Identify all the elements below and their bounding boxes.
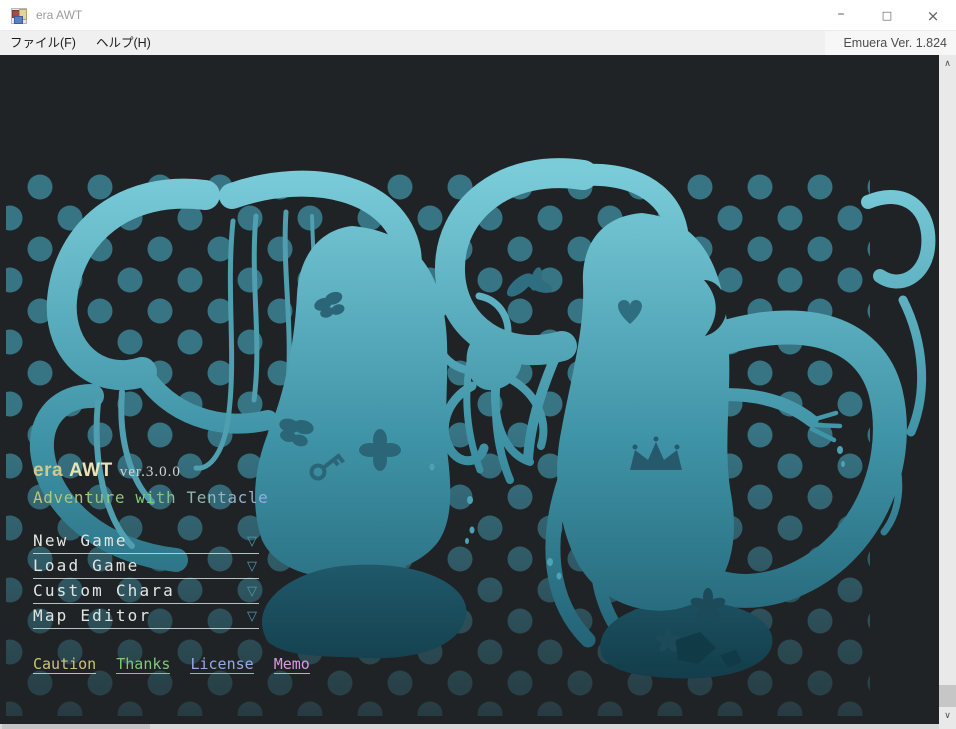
emuera-version-label: Emuera Ver. 1.824 <box>825 31 956 55</box>
menu-link-label: New Game <box>33 531 128 550</box>
link-license[interactable]: License <box>190 656 253 674</box>
app-icon <box>11 8 27 24</box>
minimize-button[interactable]: – <box>818 0 864 31</box>
scroll-up-button[interactable]: ∧ <box>939 55 956 72</box>
titlebar[interactable]: era AWT – □ × <box>0 0 956 31</box>
menu-help[interactable]: ヘルプ(H) <box>86 31 161 55</box>
horizontal-scrollbar-thumb[interactable] <box>2 724 150 729</box>
link-caution[interactable]: Caution <box>33 656 96 674</box>
chevron-up-icon: ∧ <box>944 59 951 69</box>
vertical-scrollbar[interactable]: ∧ ∨ <box>939 55 956 729</box>
maximize-button[interactable]: □ <box>864 0 910 31</box>
menubar: ファイル(F) ヘルプ(H) Emuera Ver. 1.824 <box>0 31 956 55</box>
menu-link-label: Load Game <box>33 556 140 575</box>
game-console: eraAWTver.3.0.0 Adventure with Tentacle … <box>0 55 939 724</box>
menu-file[interactable]: ファイル(F) <box>0 31 86 55</box>
logo-era: era <box>33 460 63 481</box>
close-button[interactable]: × <box>910 0 956 31</box>
app-window: era AWT – □ × ファイル(F) ヘルプ(H) Emuera Ver.… <box>0 0 956 729</box>
dropdown-arrow-icon: ▽ <box>247 583 257 600</box>
scrollbar-corner <box>939 724 956 729</box>
close-icon: × <box>927 7 940 25</box>
dropdown-arrow-icon: ▽ <box>247 533 257 550</box>
game-subtitle: Adventure with Tentacle <box>33 488 268 507</box>
caption-buttons: – □ × <box>818 0 956 31</box>
dropdown-arrow-icon: ▽ <box>247 608 257 625</box>
vertical-scrollbar-thumb[interactable] <box>939 685 956 707</box>
window-title: era AWT <box>36 0 82 31</box>
menu-link-load-game[interactable]: Load Game ▽ <box>33 555 259 579</box>
menu-link-custom-chara[interactable]: Custom Chara ▽ <box>33 580 259 604</box>
maximize-icon: □ <box>882 9 892 22</box>
menu-link-new-game[interactable]: New Game ▽ <box>33 530 259 554</box>
chevron-down-icon: ∨ <box>944 711 951 721</box>
horizontal-scrollbar[interactable] <box>0 724 939 729</box>
game-logo: era AWT ver.3.0.0 <box>33 460 181 482</box>
menu-link-label: Custom Chara <box>33 581 175 600</box>
logo-awt: AWT <box>69 460 113 481</box>
menu-link-label: Map Editor <box>33 606 151 625</box>
game-menu: New Game ▽ Load Game ▽ Custom Chara ▽ Ma… <box>33 530 259 630</box>
link-thanks[interactable]: Thanks <box>116 656 170 674</box>
minimize-icon: – <box>838 6 845 22</box>
link-memo[interactable]: Memo <box>274 656 310 674</box>
scroll-down-button[interactable]: ∨ <box>939 707 956 724</box>
logo-version: ver.3.0.0 <box>120 464 181 480</box>
menu-link-map-editor[interactable]: Map Editor ▽ <box>33 605 259 629</box>
footer-links: Caution Thanks License Memo <box>33 655 321 674</box>
dropdown-arrow-icon: ▽ <box>247 558 257 575</box>
